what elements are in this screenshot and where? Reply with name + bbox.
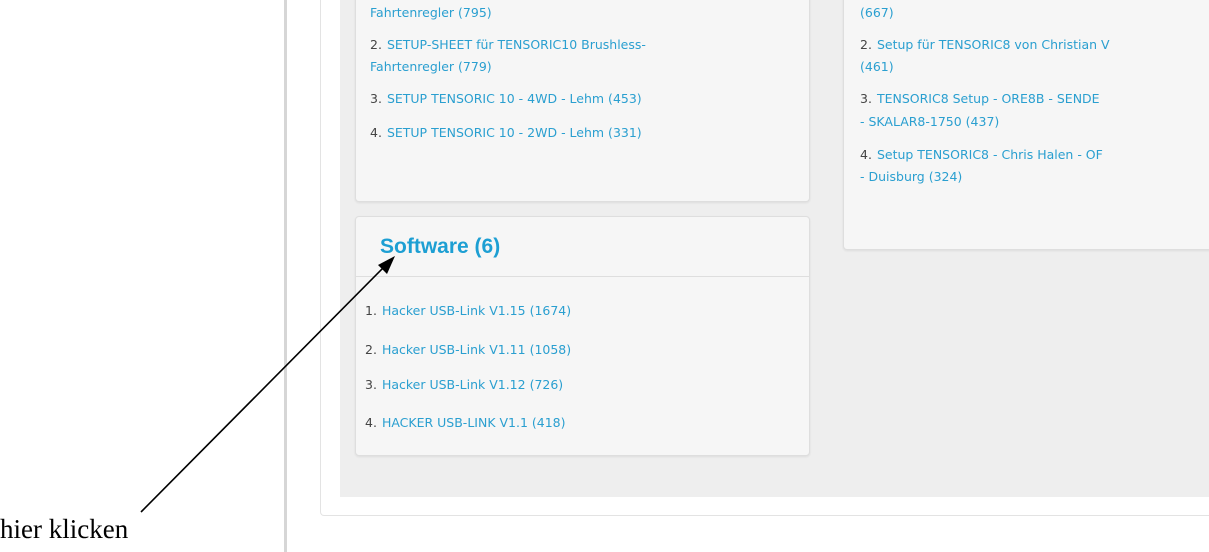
annotation-label: hier klicken	[0, 514, 129, 544]
arrow-icon	[140, 256, 395, 513]
